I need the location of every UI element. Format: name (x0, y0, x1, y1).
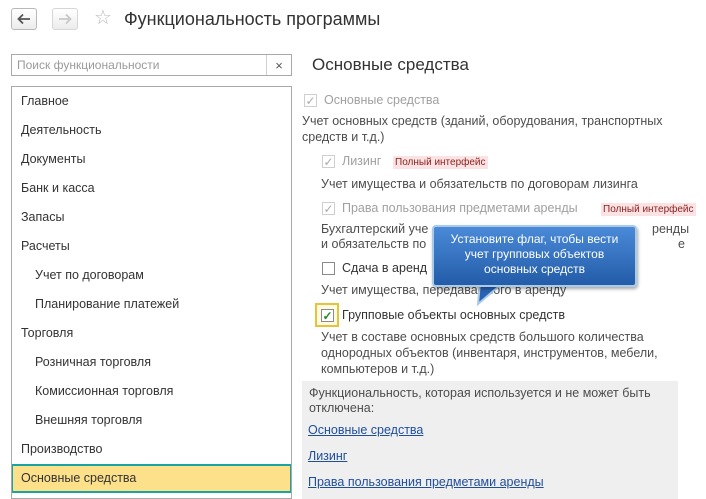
hint-tooltip: Установите флаг, чтобы вести учет группо… (432, 225, 637, 287)
link-fixed-assets[interactable]: Основные средства (308, 423, 423, 437)
nav-item-documents[interactable]: Документы (12, 145, 291, 174)
search-input[interactable] (17, 56, 267, 74)
nav-item-trade[interactable]: Торговля (12, 319, 291, 348)
info-text: Функциональность, которая используется и… (309, 386, 651, 415)
nav-item-retail[interactable]: Розничная торговля (12, 348, 291, 377)
nav-item-settlements[interactable]: Расчеты (12, 232, 291, 261)
link-lease-rights[interactable]: Права пользования предметами аренды (308, 475, 544, 489)
group-objects-label: Групповые объекты основных средств (342, 308, 566, 322)
nav-item-foreign-trade[interactable]: Внешняя торговля (12, 406, 291, 435)
nav-item-payment-planning[interactable]: Планирование платежей (12, 290, 291, 319)
lease-rights-description-end: ренды (652, 222, 690, 236)
always-on-info-box: Функциональность, которая используется и… (302, 381, 678, 499)
section-title: Основные средства (312, 55, 469, 74)
clear-search-icon[interactable]: × (266, 55, 291, 75)
forward-arrow-icon (59, 13, 72, 25)
lease-rights-description-end-2: е (678, 237, 685, 251)
rent-checkbox[interactable] (322, 262, 335, 275)
nav-item-inventory[interactable]: Запасы (12, 203, 291, 232)
fixed-assets-label: Основные средства (324, 93, 440, 107)
page-title: Функциональность программы (124, 9, 381, 29)
fixed-assets-checkbox[interactable]: ✓ (304, 94, 317, 107)
checkmark-icon: ✓ (322, 308, 333, 323)
nav-item-production[interactable]: Производство (12, 435, 291, 464)
checkmark-icon: ✓ (323, 154, 334, 169)
forward-button[interactable] (52, 8, 78, 30)
leasing-description: Учет имущества и обязательств по договор… (321, 177, 638, 191)
lease-rights-description-start-2: и обязательств по (321, 237, 427, 251)
lease-rights-checkbox[interactable]: ✓ (322, 202, 335, 215)
rent-label: Сдача в аренд (342, 261, 428, 275)
full-interface-badge: Полный интерфейс (601, 203, 696, 216)
checkmark-icon: ✓ (305, 93, 316, 108)
fixed-assets-description: Учет основных средств (зданий, оборудова… (302, 114, 663, 144)
nav-item-main[interactable]: Главное (12, 87, 291, 116)
lease-rights-label: Права пользования предметами аренды (342, 201, 578, 215)
nav-item-bank-cash[interactable]: Банк и касса (12, 174, 291, 203)
star-icon[interactable]: ☆ (94, 8, 112, 28)
back-arrow-icon (17, 13, 30, 25)
group-objects-checkbox[interactable]: ✓ (321, 309, 334, 322)
nav-item-fixed-assets[interactable]: Основные средства (12, 464, 291, 493)
nav-item-activity[interactable]: Деятельность (12, 116, 291, 145)
link-leasing[interactable]: Лизинг (308, 449, 347, 463)
lease-rights-description-start: Бухгалтерский уче (321, 222, 429, 236)
leasing-label: Лизинг (342, 154, 382, 168)
search-box: × (11, 54, 292, 76)
group-objects-description: Учет в составе основных средств большого… (321, 330, 658, 376)
nav-item-commission[interactable]: Комиссионная торговля (12, 377, 291, 406)
back-button[interactable] (11, 8, 37, 30)
nav-item-contracts[interactable]: Учет по договорам (12, 261, 291, 290)
checkmark-icon: ✓ (323, 201, 334, 216)
section-list: Главное Деятельность Документы Банк и ка… (11, 86, 292, 499)
leasing-checkbox[interactable]: ✓ (322, 155, 335, 168)
full-interface-badge: Полный интерфейс (393, 156, 488, 169)
